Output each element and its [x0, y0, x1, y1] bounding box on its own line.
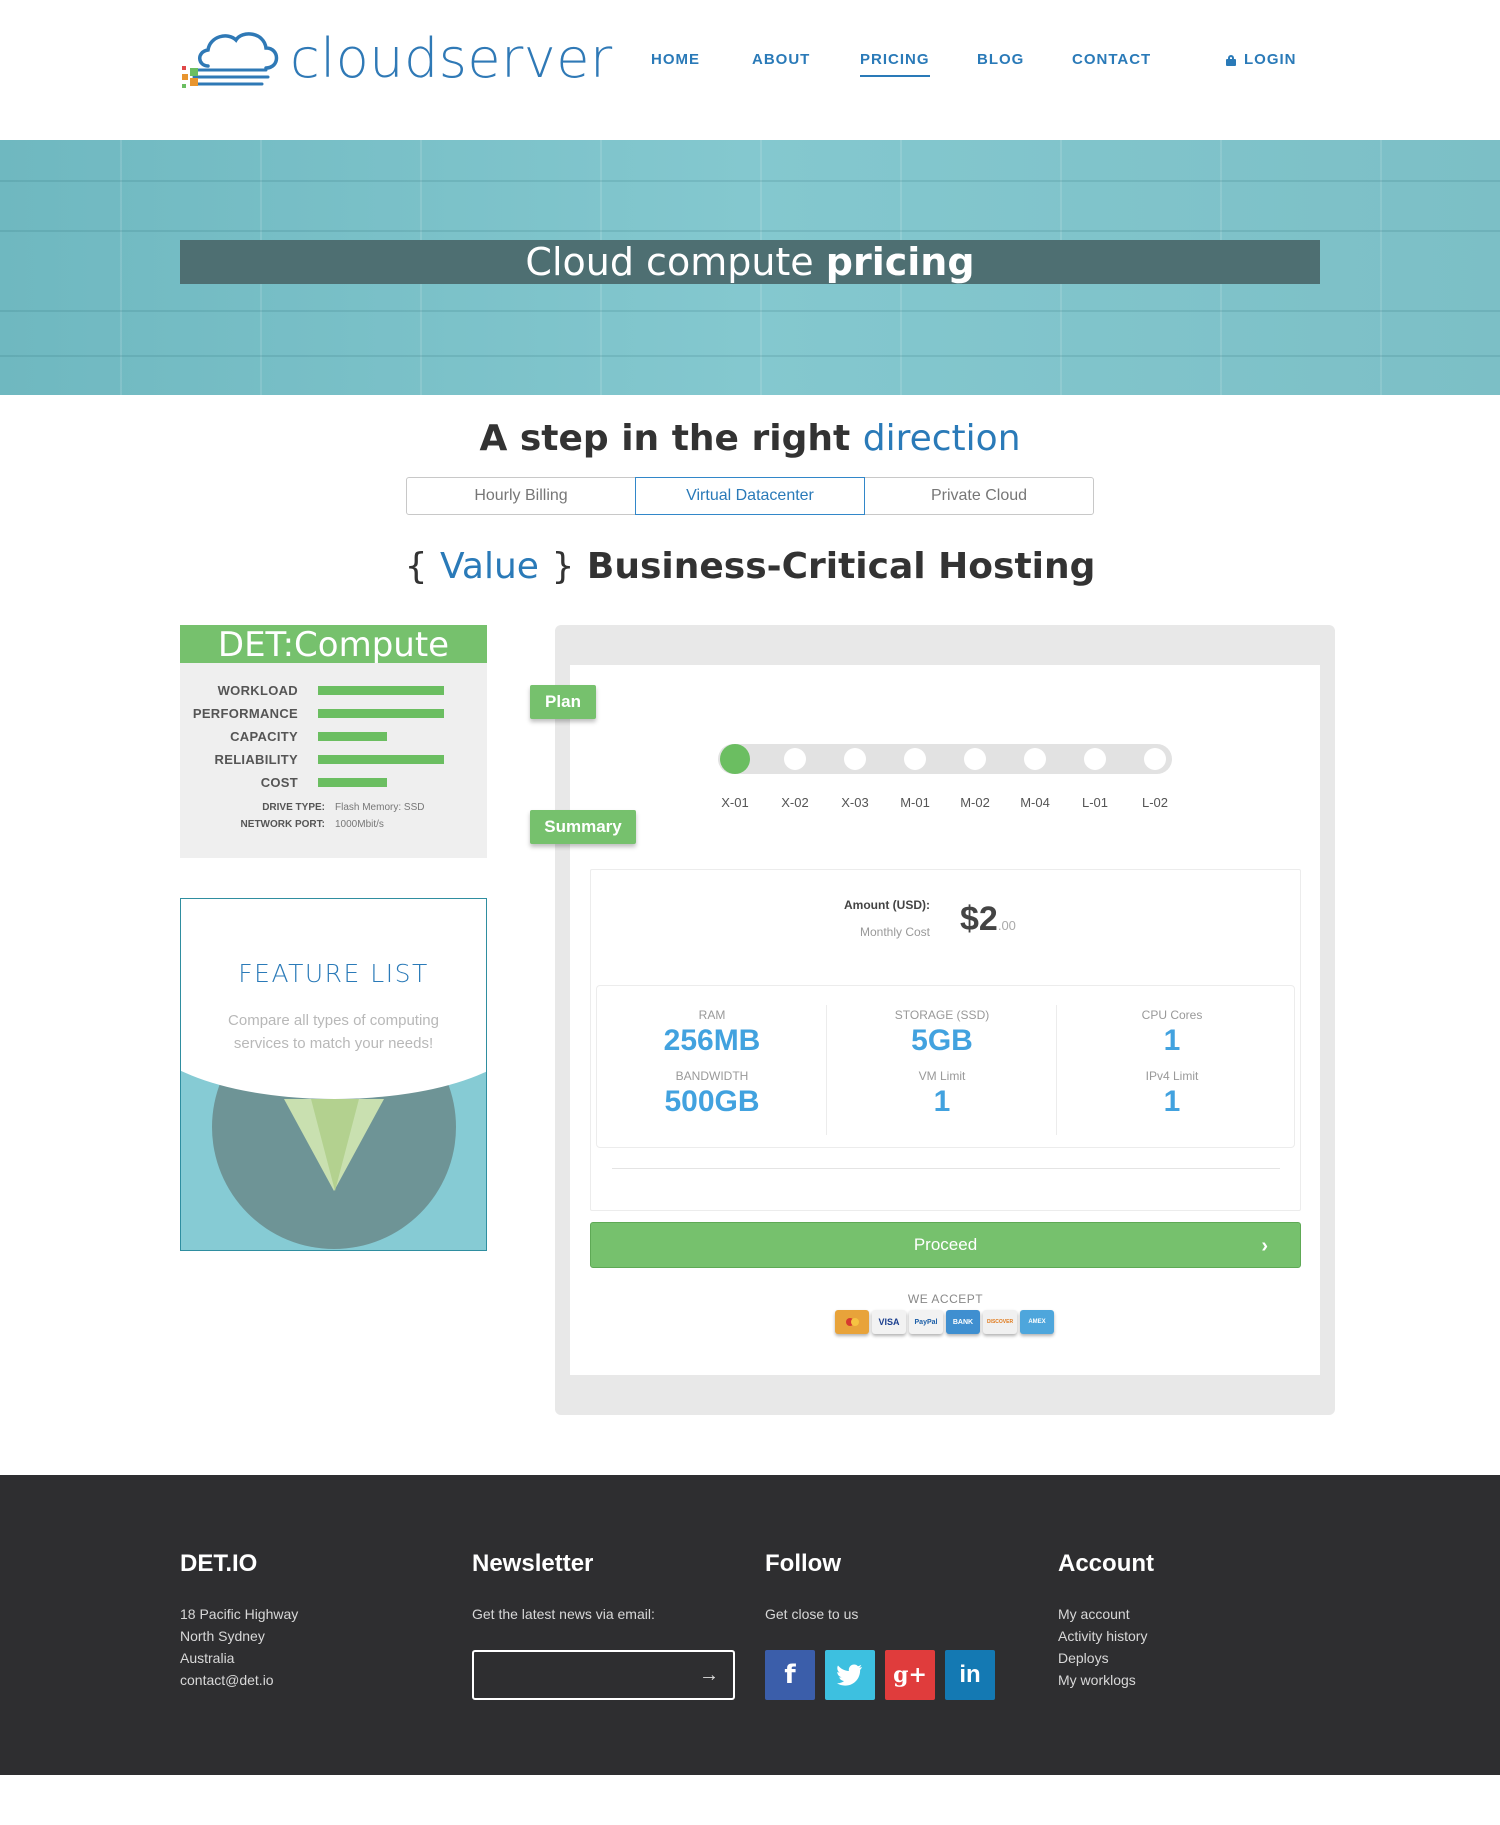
- metric-bar: [318, 778, 387, 787]
- footer-account-title: Account: [1058, 1550, 1154, 1577]
- metric-capacity: CAPACITY: [180, 726, 487, 746]
- metric-bar: [318, 686, 444, 695]
- plan-dot-m-01[interactable]: [904, 748, 926, 770]
- plan-label-l-02[interactable]: L-02: [1125, 795, 1185, 810]
- plan-label-m-04[interactable]: M-04: [1005, 795, 1065, 810]
- stat-vm-limit: VM Limit 1: [918, 1069, 966, 1118]
- metric-label: CAPACITY: [230, 729, 298, 744]
- plan-dot-m-02[interactable]: [964, 748, 986, 770]
- cloudserver-logo-icon[interactable]: [180, 26, 282, 96]
- deploys-link[interactable]: Deploys: [1058, 1647, 1147, 1669]
- metric-reliability: RELIABILITY: [180, 749, 487, 769]
- metric-label: WORKLOAD: [217, 683, 298, 698]
- plan-dot-l-02[interactable]: [1144, 748, 1166, 770]
- activity-history-link[interactable]: Activity history: [1058, 1625, 1147, 1647]
- contact-email-link[interactable]: contact@det.io: [180, 1669, 298, 1691]
- follow-text: Get close to us: [765, 1606, 859, 1622]
- tab-hourly-billing[interactable]: Hourly Billing: [407, 478, 635, 514]
- we-accept-label: WE ACCEPT: [907, 1292, 984, 1306]
- payment-methods: VISA PayPal BANK DISCOVER AMEX: [835, 1310, 1054, 1334]
- stat-ipv4-limit: IPv4 Limit 1: [1145, 1069, 1199, 1118]
- amount-value: $2.00: [960, 900, 1016, 938]
- feature-list-description: Compare all types of computing services …: [228, 1012, 439, 1052]
- metric-label: PERFORMANCE: [192, 706, 298, 721]
- plan-dot-x-01[interactable]: [720, 744, 750, 774]
- plan-label-x-03[interactable]: X-03: [825, 795, 885, 810]
- nav-pricing[interactable]: PRICING: [860, 50, 930, 77]
- footer-address: 18 Pacific Highway North Sydney Australi…: [180, 1603, 298, 1691]
- hero-title: Cloud compute pricing: [525, 240, 975, 284]
- stat-storage: STORAGE (SSD) 5GB: [894, 1008, 990, 1057]
- linkedin-icon[interactable]: in: [945, 1650, 995, 1700]
- amount-label: Amount (USD):: [844, 898, 930, 912]
- visa-icon: VISA: [872, 1310, 906, 1334]
- discover-icon: DISCOVER: [983, 1310, 1017, 1334]
- plan-label-m-01[interactable]: M-01: [885, 795, 945, 810]
- summary-label: Summary: [530, 810, 636, 844]
- metric-performance: PERFORMANCE: [180, 703, 487, 723]
- nav-home[interactable]: HOME: [651, 50, 700, 70]
- footer-account-links: My account Activity history Deploys My w…: [1058, 1603, 1147, 1691]
- hero-title-band: Cloud compute pricing: [180, 240, 1320, 284]
- facebook-icon[interactable]: f: [765, 1650, 815, 1700]
- metric-cost: COST: [180, 772, 487, 792]
- my-worklogs-link[interactable]: My worklogs: [1058, 1669, 1147, 1691]
- newsletter-text: Get the latest news via email:: [472, 1606, 655, 1622]
- nav-blog[interactable]: BLOG: [977, 50, 1024, 70]
- newsletter-email-input[interactable]: →: [472, 1650, 735, 1700]
- plan-label-x-02[interactable]: X-02: [765, 795, 825, 810]
- google-plus-icon[interactable]: g+: [885, 1650, 935, 1700]
- divider: [612, 1168, 1280, 1169]
- nav-contact[interactable]: CONTACT: [1072, 50, 1151, 70]
- brand-wordmark[interactable]: cloudserver: [290, 24, 613, 94]
- stat-bandwidth: BANDWIDTH 500GB: [664, 1069, 760, 1118]
- mastercard-icon: [835, 1310, 869, 1334]
- stat-cpu-cores: CPU Cores 1: [1141, 1008, 1203, 1057]
- amount-sublabel: Monthly Cost: [859, 925, 930, 939]
- plan-dot-x-03[interactable]: [844, 748, 866, 770]
- arrow-right-icon[interactable]: →: [699, 1664, 719, 1687]
- metric-bar: [318, 755, 444, 764]
- stat-ram: RAM 256MB: [663, 1008, 761, 1057]
- plan-dot-l-01[interactable]: [1084, 748, 1106, 770]
- proceed-button[interactable]: Proceed ›: [590, 1222, 1301, 1268]
- nav-about[interactable]: ABOUT: [752, 50, 810, 70]
- det-compute-card: DET:Compute WORKLOAD PERFORMANCE CAPACITY R…: [180, 625, 487, 858]
- det-compute-title: DET:Compute: [180, 625, 487, 665]
- my-account-link[interactable]: My account: [1058, 1603, 1147, 1625]
- feature-list-title: FEATURE LIST: [238, 959, 429, 988]
- metric-workload: WORKLOAD: [180, 680, 487, 700]
- twitter-icon[interactable]: [825, 1650, 875, 1700]
- chevron-right-icon: ›: [1261, 1235, 1268, 1257]
- bank-icon: BANK: [946, 1310, 980, 1334]
- plan-label: Plan: [530, 685, 596, 719]
- plan-label-m-02[interactable]: M-02: [945, 795, 1005, 810]
- plan-dot-m-04[interactable]: [1024, 748, 1046, 770]
- tab-virtual-datacenter[interactable]: Virtual Datacenter: [635, 477, 865, 515]
- section-title: A step in the right direction: [479, 418, 1021, 459]
- plan-label-l-01[interactable]: L-01: [1065, 795, 1125, 810]
- amex-icon: AMEX: [1020, 1310, 1054, 1334]
- tab-private-cloud[interactable]: Private Cloud: [865, 478, 1093, 514]
- footer-detio-title: DET.IO: [180, 1550, 258, 1577]
- metric-label: RELIABILITY: [214, 752, 298, 767]
- footer-newsletter-title: Newsletter: [472, 1550, 594, 1577]
- metric-bar: [318, 732, 387, 741]
- plan-dot-x-02[interactable]: [784, 748, 806, 770]
- metric-label: COST: [260, 775, 298, 790]
- plan-label-x-01[interactable]: X-01: [705, 795, 765, 810]
- login-label: LOGIN: [1244, 51, 1297, 68]
- value-heading: { Value } Business-Critical Hosting: [404, 546, 1096, 587]
- metric-bar: [318, 709, 444, 718]
- feature-list-card[interactable]: FEATURE LIST Compare all types of comput…: [180, 898, 487, 1251]
- billing-tabs: Hourly Billing Virtual Datacenter Privat…: [406, 477, 1094, 515]
- footer-follow-title: Follow: [765, 1550, 841, 1577]
- lock-icon: [1226, 54, 1236, 66]
- login-link[interactable]: LOGIN: [1226, 50, 1297, 70]
- paypal-icon: PayPal: [909, 1310, 943, 1334]
